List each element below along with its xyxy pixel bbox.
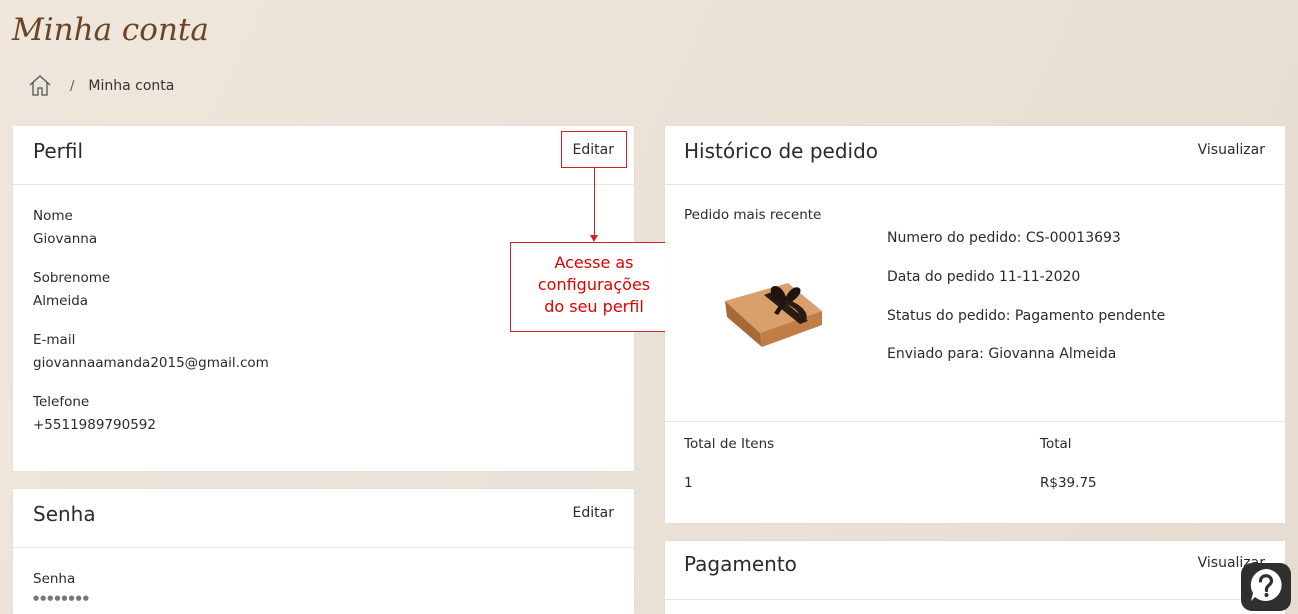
order-divider: [665, 421, 1285, 422]
edit-highlight-box: [561, 131, 627, 168]
home-icon[interactable]: [28, 74, 52, 98]
page-title: Minha conta: [12, 12, 209, 48]
total-label: Total: [1040, 436, 1072, 452]
password-mask: ●●●●●●●●: [33, 594, 90, 602]
password-field: Senha ●●●●●●●●: [33, 568, 90, 605]
callout-line-1: Acesse as: [554, 253, 634, 272]
order-history-title: Histórico de pedido: [684, 139, 879, 163]
profile-field-phone: Telefone +5511989790592: [33, 391, 156, 437]
field-value: Almeida: [33, 293, 89, 309]
field-value: Giovanna: [33, 231, 98, 247]
total-value: R$39.75: [1040, 475, 1097, 491]
field-label: Nome: [33, 208, 73, 224]
order-view-button[interactable]: Visualizar: [1198, 142, 1265, 158]
profile-field-name: Nome Giovanna: [33, 205, 97, 251]
total-items-label: Total de Itens: [684, 436, 775, 452]
profile-field-surname: Sobrenome Almeida: [33, 267, 110, 313]
order-date: Data do pedido 11-11-2020: [887, 269, 1081, 285]
field-label: Senha: [33, 571, 76, 587]
chocolate-box-image: [720, 271, 830, 356]
profile-field-email: E-mail giovannaamanda2015@gmail.com: [33, 329, 269, 375]
order-history-header: Histórico de pedido Visualizar: [665, 126, 1285, 185]
order-status: Status do pedido: Pagamento pendente: [887, 308, 1166, 324]
order-shipped-to: Enviado para: Giovanna Almeida: [887, 346, 1117, 362]
profile-card-header: Perfil Editar: [13, 126, 634, 185]
password-card: Senha Editar Senha ●●●●●●●●: [13, 489, 634, 614]
password-card-header: Senha Editar: [13, 489, 634, 548]
payment-title: Pagamento: [684, 552, 797, 576]
field-label: E-mail: [33, 332, 76, 348]
breadcrumb-separator: /: [70, 78, 75, 94]
callout-line-2: configurações: [537, 275, 651, 294]
field-value: giovannaamanda2015@gmail.com: [33, 355, 269, 371]
callout-line-3: do seu perfil: [544, 297, 644, 316]
help-icon: [1247, 566, 1285, 608]
password-edit-button[interactable]: Editar: [573, 505, 614, 521]
profile-title: Perfil: [33, 139, 84, 163]
order-number: Numero do pedido: CS-00013693: [887, 230, 1121, 246]
breadcrumb-current: Minha conta: [88, 78, 175, 94]
field-label: Sobrenome: [33, 270, 111, 286]
order-history-card: Histórico de pedido Visualizar Pedido ma…: [665, 126, 1285, 523]
password-title: Senha: [33, 502, 96, 526]
field-value: +5511989790592: [33, 417, 156, 433]
annotation-callout: Acesse as configurações do seu perfil: [510, 242, 678, 332]
breadcrumb: / Minha conta: [28, 74, 174, 98]
recent-order-label: Pedido mais recente: [684, 207, 822, 223]
annotation-arrow-line: [594, 167, 595, 235]
total-items-value: 1: [684, 475, 693, 491]
help-button[interactable]: [1241, 563, 1291, 611]
payment-card-header: Pagamento Visualizar: [665, 541, 1285, 600]
field-label: Telefone: [33, 394, 90, 410]
annotation-arrow-head: [590, 235, 598, 242]
payment-card: Pagamento Visualizar: [665, 541, 1285, 614]
